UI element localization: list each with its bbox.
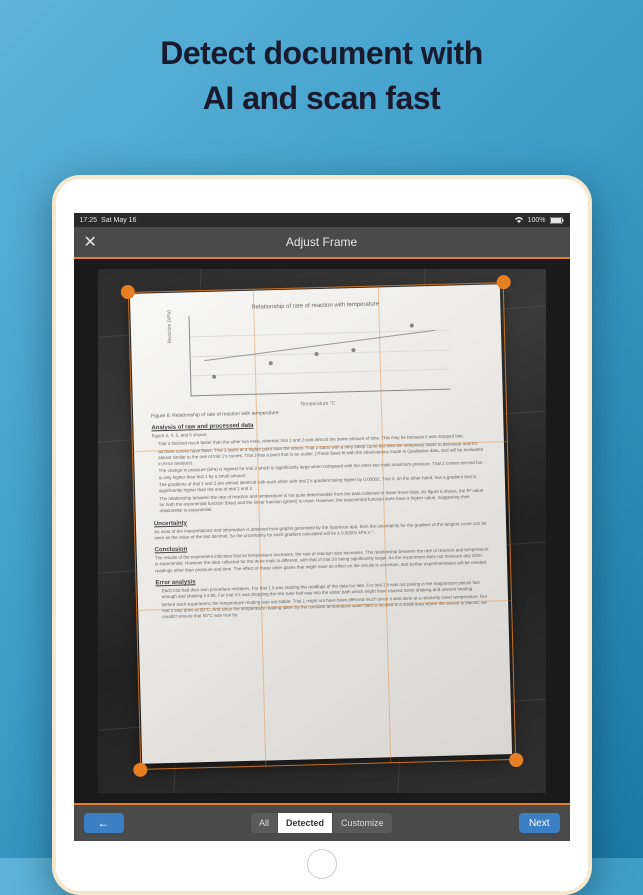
next-button[interactable]: Next: [519, 813, 560, 833]
seg-all[interactable]: All: [251, 813, 278, 833]
seg-detected[interactable]: Detected: [278, 813, 333, 833]
crop-handle-top-left[interactable]: [120, 285, 134, 299]
top-bar: ✕ Adjust Frame: [74, 227, 570, 257]
crop-viewport: Relationship of rate of reaction with te…: [74, 257, 570, 805]
wifi-icon: [514, 216, 524, 225]
doc-chart: Reaction (kPa): [188, 310, 450, 397]
status-battery-pct: 100%: [528, 217, 546, 224]
crop-handle-bottom-right[interactable]: [509, 753, 523, 767]
photo-background: Relationship of rate of reaction with te…: [98, 269, 546, 793]
promo-headline: Detect document with AI and scan fast: [0, 0, 643, 117]
close-button[interactable]: ✕: [84, 232, 97, 252]
back-button[interactable]: ←: [84, 813, 124, 833]
status-date: Sat May 16: [101, 217, 136, 224]
promo-line-1: Detect document with: [0, 35, 643, 72]
crop-handle-bottom-left[interactable]: [133, 763, 147, 777]
page-title: Adjust Frame: [286, 235, 357, 249]
bottom-bar: ← All Detected Customize Next: [74, 805, 570, 841]
detection-mode-segment: All Detected Customize: [251, 813, 392, 833]
promo-line-2: AI and scan fast: [0, 80, 643, 117]
status-bar: 17:25 Sat May 16 100%: [74, 213, 570, 227]
app-screen: 17:25 Sat May 16 100% ✕ Adjust Frame: [74, 213, 570, 841]
seg-customize[interactable]: Customize: [333, 813, 392, 833]
crop-handle-top-right[interactable]: [496, 275, 510, 289]
scanned-document: Relationship of rate of reaction with te…: [129, 284, 511, 764]
tablet-home-button: [307, 849, 337, 879]
doc-chart-ylabel: Reaction (kPa): [166, 310, 173, 343]
battery-icon: [550, 217, 564, 224]
tablet-device-frame: 17:25 Sat May 16 100% ✕ Adjust Frame: [52, 175, 592, 895]
status-time: 17:25: [80, 217, 98, 224]
